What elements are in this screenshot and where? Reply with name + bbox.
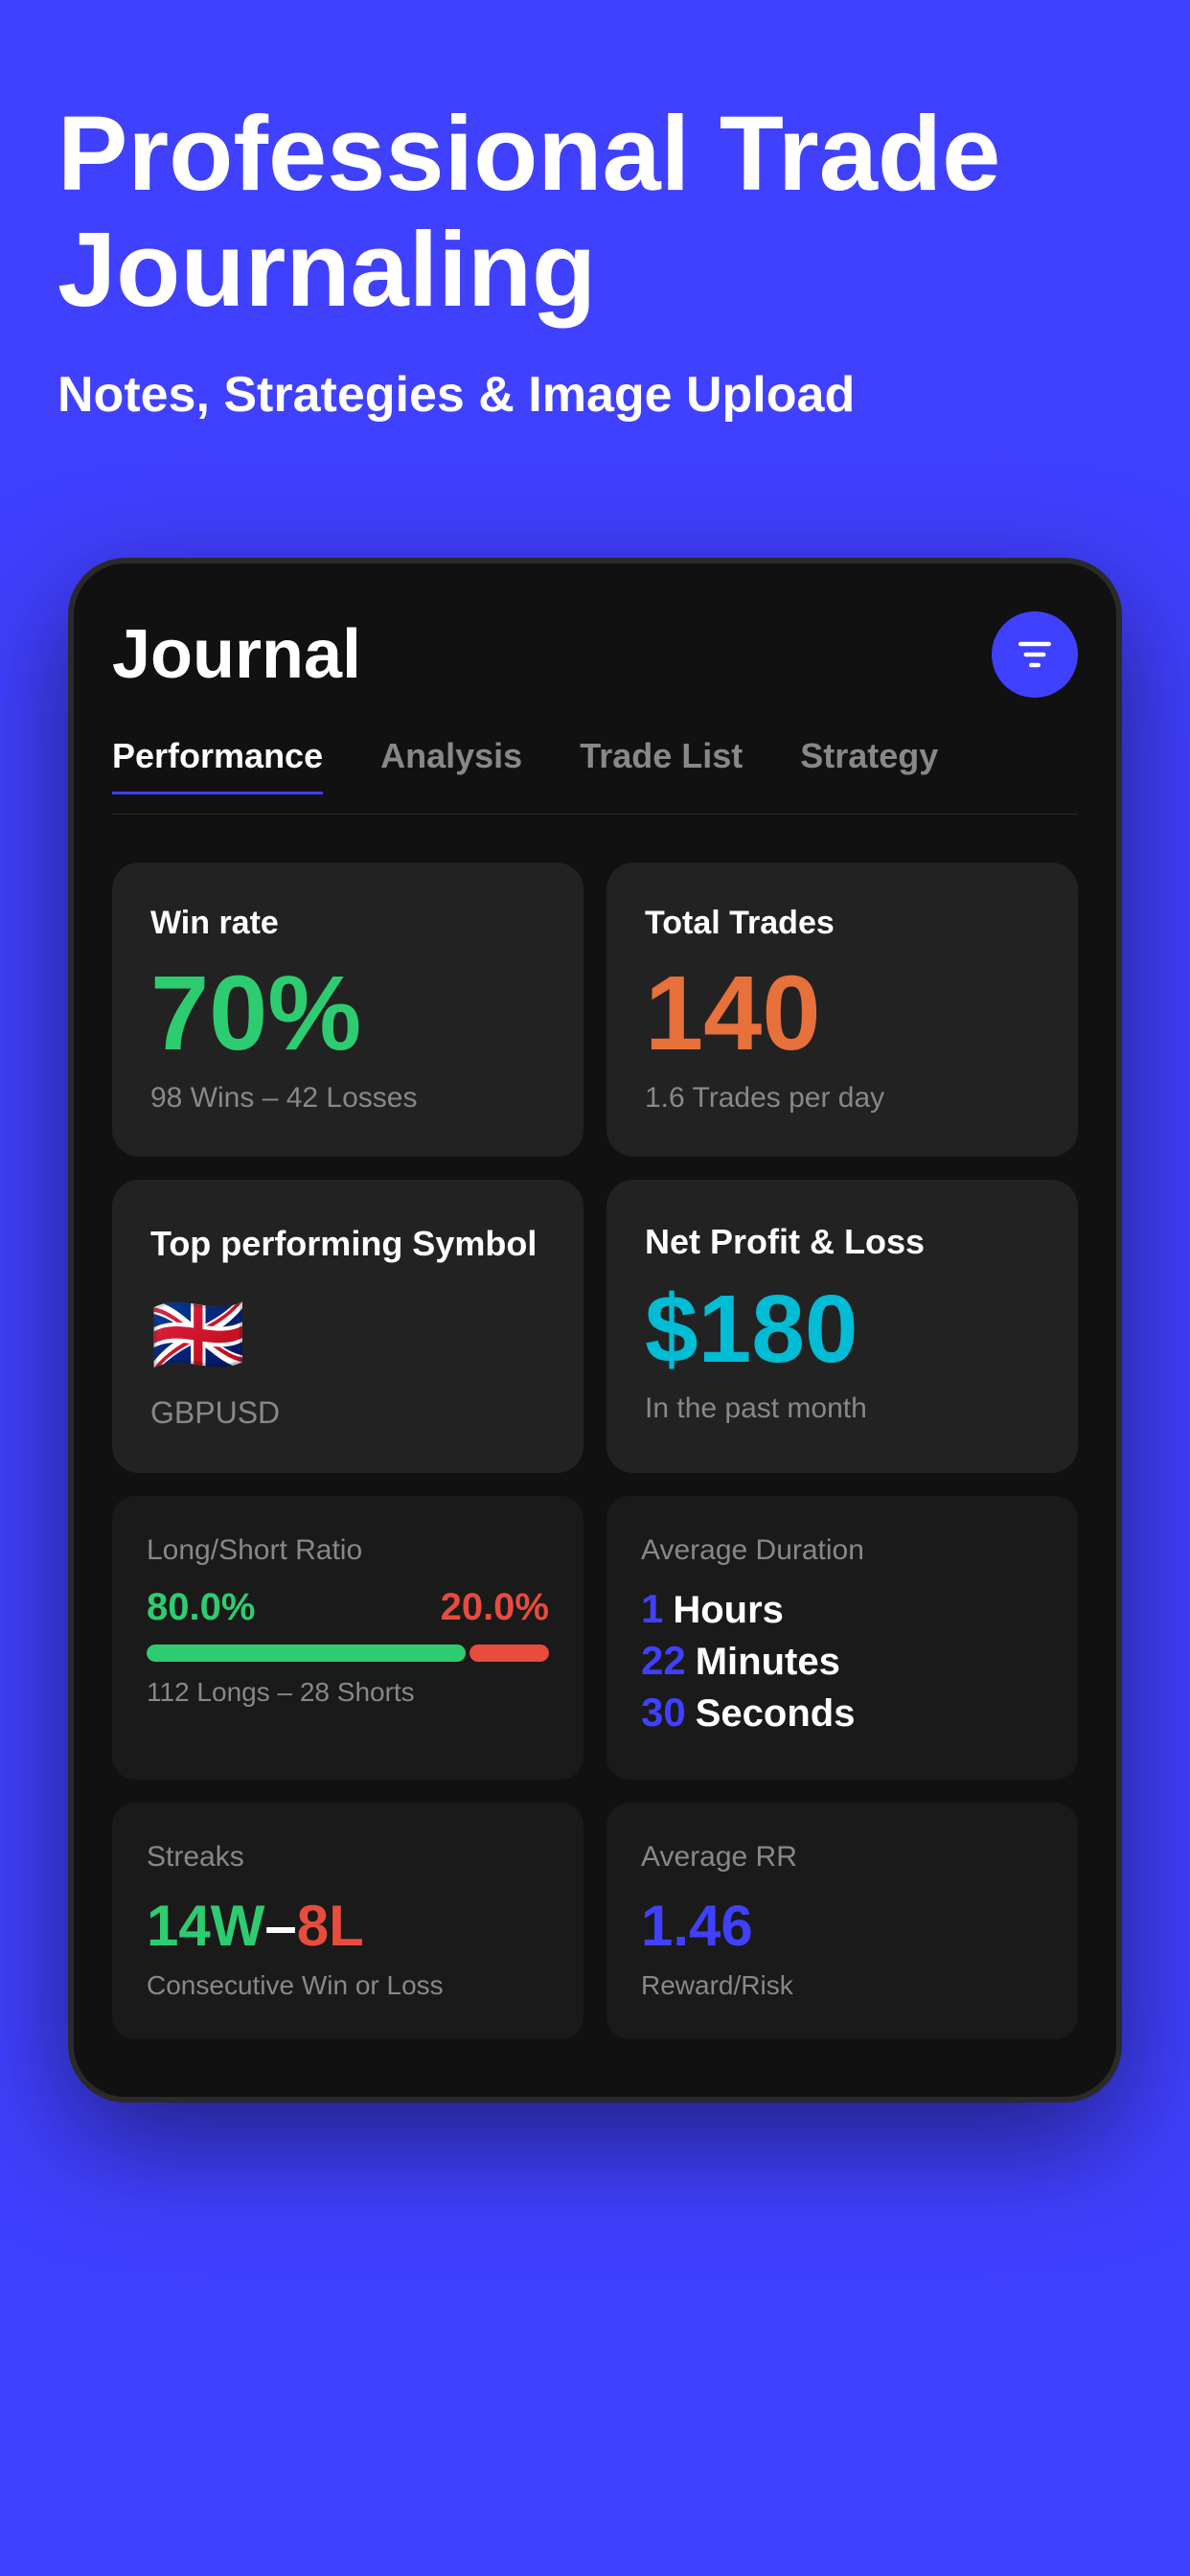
avg-rr-card: Average RR 1.46 Reward/Risk <box>606 1803 1078 2039</box>
duration-minutes-row: 22 Minutes <box>641 1638 1043 1684</box>
duration-minutes-unit: Minutes <box>696 1641 840 1684</box>
win-rate-value: 70% <box>150 961 545 1067</box>
top-symbol-label: Top performing Symbol <box>150 1222 545 1267</box>
avg-rr-label: Average RR <box>641 1841 1043 1874</box>
duration-hours: 1 <box>641 1586 663 1632</box>
streaks-value: 14W–8L <box>147 1893 549 1959</box>
duration-seconds: 30 <box>641 1690 686 1736</box>
top-stats-grid: Win rate 70% 98 Wins – 42 Losses Total T… <box>112 862 1078 1157</box>
tab-bar: Performance Analysis Trade List Strategy <box>112 736 1078 815</box>
streaks-card: Streaks 14W–8L Consecutive Win or Loss <box>112 1803 584 2039</box>
hero-title: Professional Trade Journaling <box>57 96 1133 328</box>
net-pnl-card: Net Profit & Loss $180 In the past month <box>606 1180 1078 1473</box>
second-row-grid: Top performing Symbol 🇬🇧 GBPUSD Net Prof… <box>112 1180 1078 1473</box>
long-pct: 80.0% <box>147 1586 255 1629</box>
journal-app-title: Journal <box>112 615 361 694</box>
duration-seconds-row: 30 Seconds <box>641 1690 1043 1736</box>
ratio-row: 80.0% 20.0% <box>147 1586 549 1629</box>
flag-emoji: 🇬🇧 <box>150 1290 545 1380</box>
rr-value: 1.46 <box>641 1893 1043 1959</box>
streak-losses: 8L <box>297 1894 364 1958</box>
duration-seconds-unit: Seconds <box>696 1692 856 1736</box>
phone-inner: Journal Performance Analysis Trade List … <box>74 564 1116 2097</box>
total-trades-label: Total Trades <box>645 905 1040 942</box>
ratio-bar <box>147 1644 549 1662</box>
tab-analysis[interactable]: Analysis <box>380 736 522 794</box>
streak-wins: 14W <box>147 1894 264 1958</box>
net-pnl-desc: In the past month <box>645 1392 1040 1425</box>
tab-trade-list[interactable]: Trade List <box>580 736 743 794</box>
phone-container: Journal Performance Analysis Trade List … <box>0 558 1190 2179</box>
long-short-desc: 112 Longs – 28 Shorts <box>147 1677 549 1708</box>
total-trades-card: Total Trades 140 1.6 Trades per day <box>606 862 1078 1157</box>
long-short-label: Long/Short Ratio <box>147 1534 549 1567</box>
duration-minutes: 22 <box>641 1638 686 1684</box>
streaks-label: Streaks <box>147 1841 549 1874</box>
filter-icon <box>1014 633 1056 676</box>
duration-hours-row: 1 Hours <box>641 1586 1043 1632</box>
bottom-stats-grid: Long/Short Ratio 80.0% 20.0% 112 Longs –… <box>112 1496 1078 2039</box>
hero-subtitle: Notes, Strategies & Image Upload <box>57 366 1133 424</box>
long-bar <box>147 1644 466 1662</box>
win-rate-desc: 98 Wins – 42 Losses <box>150 1082 545 1115</box>
top-symbol-card: Top performing Symbol 🇬🇧 GBPUSD <box>112 1180 584 1473</box>
total-trades-desc: 1.6 Trades per day <box>645 1082 1040 1115</box>
tab-strategy[interactable]: Strategy <box>800 736 938 794</box>
avg-duration-card: Average Duration 1 Hours 22 Minutes 30 S… <box>606 1496 1078 1780</box>
short-pct: 20.0% <box>441 1586 549 1629</box>
tab-performance[interactable]: Performance <box>112 736 323 794</box>
total-trades-value: 140 <box>645 961 1040 1067</box>
streaks-desc: Consecutive Win or Loss <box>147 1970 549 2001</box>
win-rate-card: Win rate 70% 98 Wins – 42 Losses <box>112 862 584 1157</box>
rr-desc: Reward/Risk <box>641 1970 1043 2001</box>
net-pnl-value: $180 <box>645 1281 1040 1377</box>
phone-mockup: Journal Performance Analysis Trade List … <box>68 558 1122 2103</box>
duration-hours-unit: Hours <box>673 1589 784 1632</box>
avg-duration-label: Average Duration <box>641 1534 1043 1567</box>
filter-button[interactable] <box>992 611 1078 698</box>
journal-header: Journal <box>112 611 1078 698</box>
long-short-card: Long/Short Ratio 80.0% 20.0% 112 Longs –… <box>112 1496 584 1780</box>
symbol-name: GBPUSD <box>150 1395 545 1431</box>
hero-section: Professional Trade Journaling Notes, Str… <box>0 0 1190 558</box>
net-pnl-label: Net Profit & Loss <box>645 1222 1040 1262</box>
streak-dash: – <box>264 1894 296 1958</box>
short-bar <box>469 1644 549 1662</box>
win-rate-label: Win rate <box>150 905 545 942</box>
